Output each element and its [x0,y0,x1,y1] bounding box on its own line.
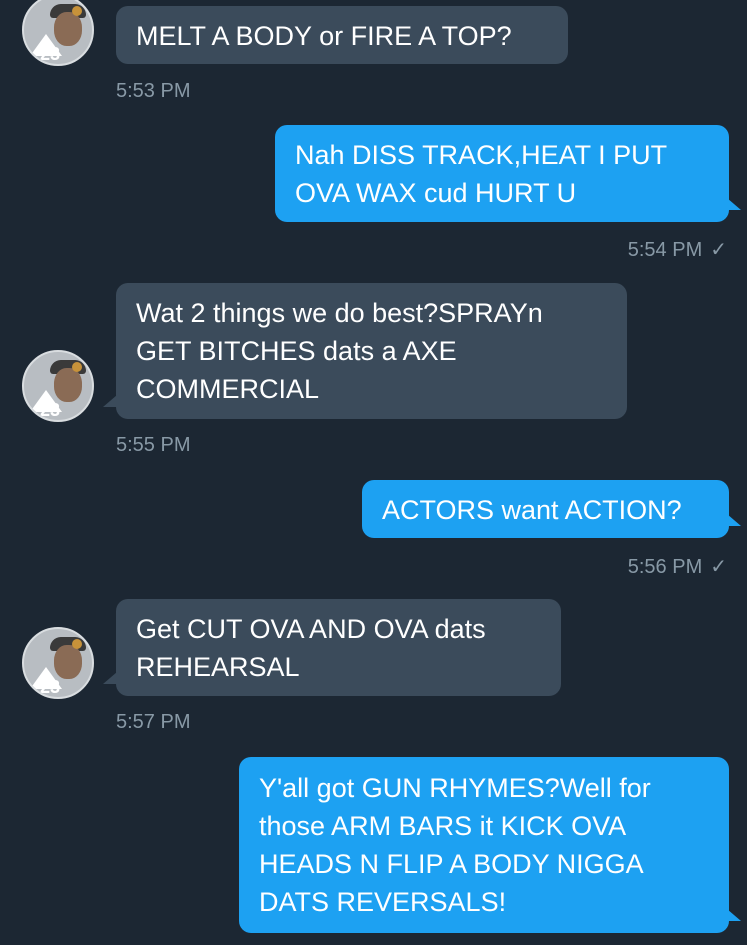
message-bubble-outgoing[interactable]: Y'all got GUN RHYMES?Well for those ARM … [239,757,729,933]
message-bubble-incoming[interactable]: MELT A BODY or FIRE A TOP? [116,6,568,64]
dm-conversation: 23 MELT A BODY or FIRE A TOP? 5:53 PM Na… [0,0,747,945]
message-text: COMMERCIAL [136,374,320,404]
avatar[interactable]: 23 [22,0,94,66]
message-bubble-incoming[interactable]: Wat 2 things we do best?SPRAYn GET BITCH… [116,283,627,419]
message-bubble-outgoing[interactable]: ACTORS want ACTION? [362,480,729,538]
message-text: ACTORS want ACTION? [382,495,682,525]
message-timestamp: 5:56 PM ✓ [628,554,727,579]
message-text: MELT A BODY or FIRE A TOP? [136,21,512,51]
message-timestamp: 5:55 PM [116,434,191,456]
avatar[interactable]: 23 [22,350,94,422]
message-timestamp: 5:54 PM ✓ [628,237,727,262]
message-text: Nah DISS TRACK,HEAT I PUT [295,140,668,170]
timestamp-text: 5:54 PM [627,239,703,261]
message-timestamp: 5:53 PM [116,80,191,102]
message-bubble-incoming[interactable]: Get CUT OVA AND OVA dats REHEARSAL [116,599,561,696]
message-text: DATS REVERSALS! [259,887,507,917]
bubble-tail [103,672,117,684]
message-text: Get CUT OVA AND OVA dats [136,614,486,644]
message-text: HEADS N FLIP A BODY NIGGA [259,849,644,879]
checkmark-icon: ✓ [710,556,727,578]
message-text: GET BITCHES dats a AXE [136,336,457,366]
message-text: Wat 2 things we do best?SPRAYn [136,298,543,328]
avatar-badge [72,362,82,372]
avatar-badge [72,6,82,16]
message-text: REHEARSAL [136,652,300,682]
bubble-tail [727,514,741,526]
checkmark-icon: ✓ [710,239,727,261]
avatar[interactable]: 23 [22,627,94,699]
bubble-tail [103,395,117,407]
bubble-tail [727,198,741,210]
avatar-number: 23 [40,44,61,64]
message-text: Y'all got GUN RHYMES?Well for [259,773,651,803]
avatar-number: 23 [40,400,61,420]
avatar-number: 23 [40,677,61,697]
bubble-tail [727,909,741,921]
message-timestamp: 5:57 PM [116,711,191,733]
avatar-badge [72,639,82,649]
message-text: OVA WAX cud HURT U [295,178,577,208]
timestamp-text: 5:56 PM [627,556,703,578]
message-text: those ARM BARS it KICK OVA [259,811,627,841]
message-bubble-outgoing[interactable]: Nah DISS TRACK,HEAT I PUT OVA WAX cud HU… [275,125,729,222]
